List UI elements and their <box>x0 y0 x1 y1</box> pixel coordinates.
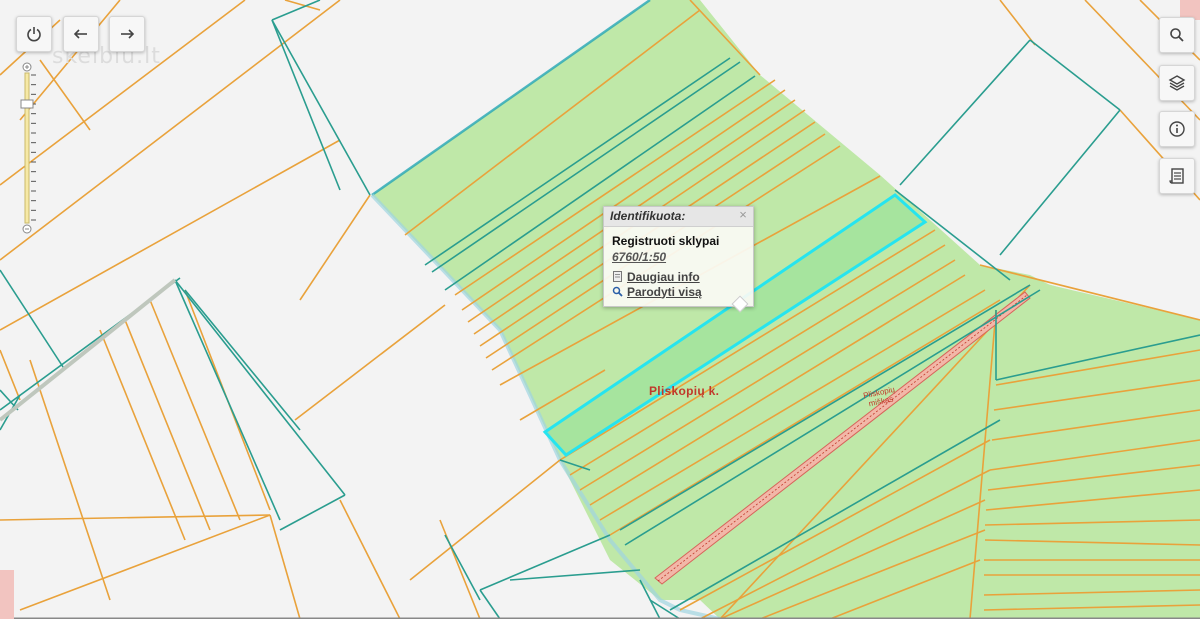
search-icon <box>1170 28 1184 42</box>
identify-popup: Identifikuota: × Registruoti sklypai 676… <box>603 206 754 307</box>
document-icon <box>1169 168 1184 184</box>
info-button[interactable] <box>1159 111 1195 147</box>
forward-button[interactable] <box>109 16 145 52</box>
parcel-id-link[interactable]: 6760/1:50 <box>612 250 745 264</box>
popup-layer-title: Registruoti sklypai <box>612 234 720 248</box>
more-info-link[interactable]: Daugiau info <box>612 269 745 284</box>
back-button[interactable] <box>63 16 99 52</box>
legend-button[interactable] <box>1159 158 1195 194</box>
cadastral-map[interactable] <box>0 0 1200 619</box>
layers-button[interactable] <box>1159 65 1195 101</box>
show-all-label: Parodyti visą <box>627 284 702 299</box>
zoom-thumb <box>20 99 34 109</box>
arrow-left-icon <box>73 29 87 39</box>
zoom-icon <box>612 286 623 297</box>
popup-header: Identifikuota: <box>604 207 753 227</box>
search-button[interactable] <box>1159 17 1195 53</box>
power-button[interactable] <box>16 16 52 52</box>
info-icon <box>1169 121 1185 137</box>
layers-icon <box>1168 75 1186 91</box>
power-icon <box>27 27 41 42</box>
document-icon <box>613 271 622 282</box>
zoom-slider[interactable] <box>17 62 37 234</box>
more-info-label: Daugiau info <box>627 269 700 284</box>
village-label: Pliskopių k. <box>649 384 720 398</box>
arrow-right-icon <box>121 29 135 39</box>
show-all-link[interactable]: Parodyti visą <box>612 284 745 299</box>
close-icon[interactable]: × <box>736 208 750 222</box>
